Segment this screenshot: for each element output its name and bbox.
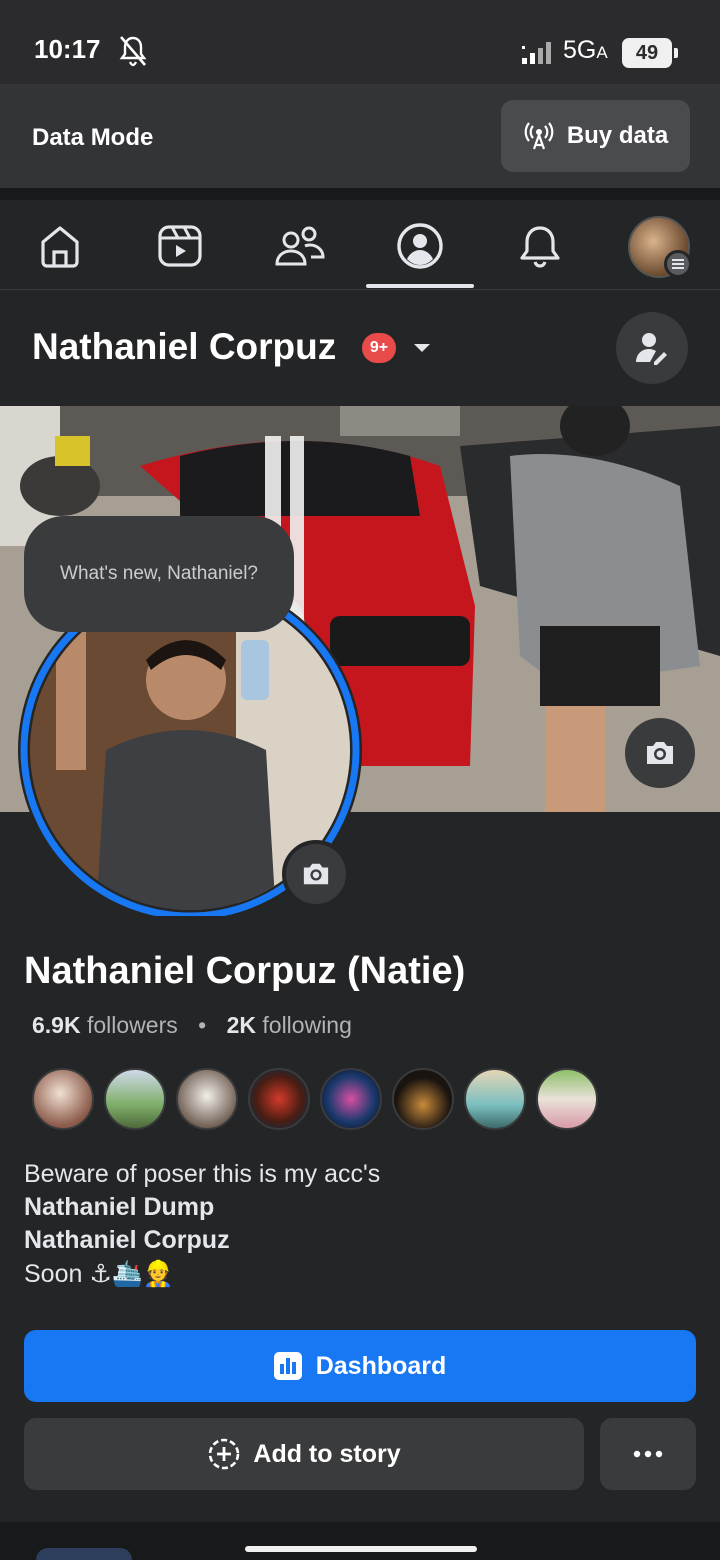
bell-icon bbox=[520, 226, 560, 268]
friend-avatar[interactable] bbox=[104, 1068, 166, 1130]
home-indicator[interactable] bbox=[245, 1546, 477, 1552]
bar-chart-icon bbox=[273, 1352, 302, 1380]
bio-line: Soon ⚓🛳️👷 bbox=[24, 1259, 175, 1288]
broadcast-icon bbox=[524, 122, 554, 150]
battery-indicator: 49 bbox=[622, 38, 678, 68]
add-story-icon bbox=[209, 1438, 240, 1470]
followers-link[interactable]: 6.9K followers bbox=[32, 1012, 178, 1038]
bio-line: Nathaniel Corpuz bbox=[24, 1226, 230, 1254]
add-to-story-button[interactable]: Add to story bbox=[24, 1418, 584, 1490]
active-tab-indicator bbox=[366, 284, 474, 288]
dashboard-button[interactable]: Dashboard bbox=[24, 1330, 696, 1402]
profile-switcher-name[interactable]: Nathaniel Corpuz bbox=[32, 326, 336, 368]
nav-tab-profile[interactable] bbox=[390, 220, 450, 272]
nav-tab-reels[interactable] bbox=[150, 220, 210, 272]
friend-avatar[interactable] bbox=[32, 1068, 94, 1130]
friend-avatar[interactable] bbox=[320, 1068, 382, 1130]
nav-tab-friends[interactable] bbox=[270, 220, 330, 272]
camera-icon bbox=[647, 742, 673, 764]
edit-user-icon bbox=[636, 333, 667, 365]
dashboard-label: Dashboard bbox=[315, 1351, 447, 1380]
data-mode-bar: Data Mode Buy data bbox=[0, 84, 720, 188]
divider bbox=[0, 188, 720, 200]
profile-full-name: Nathaniel Corpuz (Natie) bbox=[24, 950, 466, 992]
add-to-story-label: Add to story bbox=[253, 1439, 401, 1468]
profile-bio: Beware of poser this is my acc's Nathani… bbox=[24, 1158, 380, 1291]
friend-avatar[interactable] bbox=[176, 1068, 238, 1130]
nav-tab-home[interactable] bbox=[30, 220, 90, 272]
network-type: 5GA bbox=[563, 36, 608, 64]
buy-data-label: Buy data bbox=[566, 122, 669, 149]
bio-emoji: ⚓🛳️👷 bbox=[89, 1259, 175, 1288]
home-icon bbox=[41, 226, 79, 268]
signal-icon bbox=[522, 42, 551, 64]
notifications-muted-icon bbox=[119, 36, 147, 67]
profile-icon bbox=[397, 223, 443, 269]
bio-line: Nathaniel Dump bbox=[24, 1193, 215, 1221]
bio-line: Beware of poser this is my acc's bbox=[24, 1160, 381, 1188]
whats-new-prompt[interactable]: What's new, Nathaniel? bbox=[24, 516, 294, 632]
whats-new-text: What's new, Nathaniel? bbox=[60, 563, 258, 584]
follow-stats: 6.9K followers • 2K following bbox=[32, 1012, 352, 1038]
menu-icon bbox=[664, 250, 692, 278]
edit-profile-button[interactable] bbox=[616, 312, 688, 384]
following-link[interactable]: 2K following bbox=[227, 1012, 352, 1038]
data-mode-label: Data Mode bbox=[32, 124, 154, 151]
camera-icon bbox=[303, 863, 329, 885]
friend-avatar[interactable] bbox=[248, 1068, 310, 1130]
friends-icon bbox=[275, 226, 325, 266]
friend-avatar[interactable] bbox=[464, 1068, 526, 1130]
status-time: 10:17 bbox=[34, 34, 101, 64]
chevron-down-icon[interactable] bbox=[412, 342, 432, 354]
notification-badge: 9+ bbox=[362, 333, 396, 363]
more-icon bbox=[633, 1450, 663, 1458]
edit-cover-photo-button[interactable] bbox=[625, 718, 695, 788]
reels-icon bbox=[158, 225, 202, 267]
top-navigation bbox=[0, 200, 720, 290]
battery-level: 49 bbox=[622, 38, 672, 68]
more-options-button[interactable] bbox=[600, 1418, 696, 1490]
edit-profile-picture-button[interactable] bbox=[282, 840, 350, 908]
status-bar: 10:17 5GA 49 bbox=[0, 0, 720, 84]
buy-data-button[interactable]: Buy data bbox=[501, 100, 690, 172]
friend-avatar[interactable] bbox=[392, 1068, 454, 1130]
nav-tab-notifications[interactable] bbox=[510, 220, 570, 272]
friends-avatars-row bbox=[32, 1068, 632, 1130]
content-tab-peek[interactable] bbox=[36, 1548, 132, 1560]
friend-avatar[interactable] bbox=[536, 1068, 598, 1130]
